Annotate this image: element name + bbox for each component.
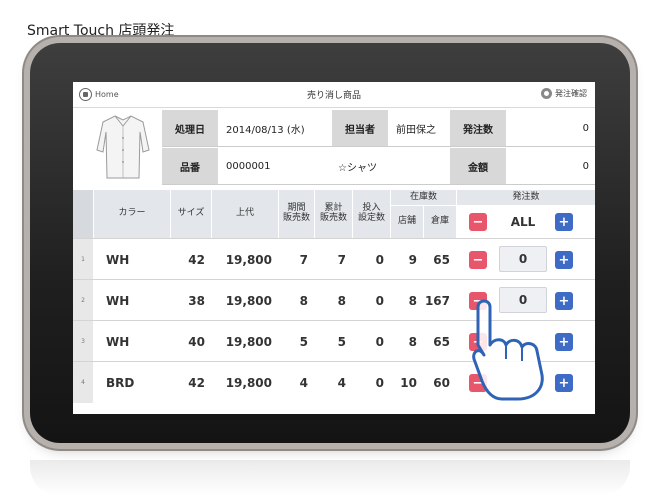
staff-label: 担当者	[332, 110, 388, 146]
confirm-icon	[541, 88, 552, 99]
processing-date-label: 処理日	[162, 110, 218, 146]
staff-name: 前田保之	[390, 110, 448, 146]
color-cell: WH	[106, 293, 130, 308]
qty-field[interactable]: 0	[499, 246, 547, 272]
warehouse-stock-cell: 65	[433, 252, 450, 267]
warehouse-stock-cell: 167	[424, 293, 450, 308]
price-cell: 19,800	[225, 252, 272, 267]
period-sales-header: 期間 販売数	[279, 190, 314, 238]
all-label: ALL	[510, 215, 536, 229]
page-caption: Smart Touch 店頭発注	[27, 23, 175, 39]
color-cell: WH	[106, 252, 130, 267]
price-header: 上代	[212, 190, 278, 238]
color-header: カラー	[94, 190, 170, 238]
input-setting-header: 投入 設定数	[353, 190, 390, 238]
warehouse-stock-cell: 65	[433, 334, 450, 349]
index-header	[73, 190, 93, 238]
tablet-screen: Home 売り消し商品 発注確認 処理日 2014/08/13 (水) 担当者 …	[73, 82, 595, 414]
info-divider	[162, 184, 595, 185]
cumulative-sales-cell: 7	[337, 252, 346, 267]
period-sales-cell: 7	[299, 252, 308, 267]
top-bar: Home 売り消し商品 発注確認	[73, 82, 595, 108]
size-cell: 42	[188, 252, 205, 267]
order-qty-value: 0	[508, 110, 595, 146]
cumulative-sales-cell: 5	[337, 334, 346, 349]
qty-plus-button[interactable]: +	[555, 374, 573, 392]
row-index: 2	[73, 280, 93, 321]
color-cell: BRD	[106, 375, 135, 390]
cumulative-sales-cell: 4	[337, 375, 346, 390]
order-confirm-label: 発注確認	[555, 89, 587, 98]
table-row: 1 WH 42 19,800 7 7 0 9 65−0 +	[73, 238, 595, 280]
input-setting-cell: 0	[375, 293, 384, 308]
amount-value: 0	[508, 148, 595, 184]
store-stock-header: 店舗	[391, 206, 423, 238]
row-index: 4	[73, 362, 93, 403]
color-cell: WH	[106, 334, 130, 349]
all-minus-button[interactable]: −	[469, 213, 487, 231]
tablet-reflection	[30, 460, 630, 496]
info-divider	[162, 146, 595, 147]
qty-plus-button[interactable]: +	[555, 333, 573, 351]
warehouse-stock-header: 倉庫	[424, 206, 456, 238]
order-confirm-button[interactable]: 発注確認	[541, 88, 587, 99]
screen-title: 売り消し商品	[306, 91, 361, 101]
item-no-value: 0000001	[220, 148, 330, 184]
shirt-product-image	[96, 115, 150, 179]
price-cell: 19,800	[225, 375, 272, 390]
cumulative-sales-cell: 8	[337, 293, 346, 308]
input-setting-cell: 0	[375, 334, 384, 349]
item-name: ☆シャツ	[332, 148, 448, 184]
price-cell: 19,800	[225, 334, 272, 349]
row-index: 1	[73, 239, 93, 280]
item-no-label: 品番	[162, 148, 218, 184]
store-stock-cell: 8	[408, 334, 417, 349]
cumulative-sales-header: 累計 販売数	[315, 190, 352, 238]
size-header: サイズ	[171, 190, 211, 238]
store-stock-cell: 8	[408, 293, 417, 308]
amount-label: 金額	[450, 148, 506, 184]
size-cell: 40	[188, 334, 205, 349]
qty-plus-button[interactable]: +	[555, 251, 573, 269]
store-stock-cell: 10	[400, 375, 417, 390]
size-cell: 38	[188, 293, 205, 308]
warehouse-stock-cell: 60	[433, 375, 450, 390]
order-qty-label: 発注数	[450, 110, 506, 146]
order-qty-header: 発注数	[457, 190, 595, 205]
all-plus-button[interactable]: +	[555, 213, 573, 231]
period-sales-cell: 5	[299, 334, 308, 349]
stock-header: 在庫数	[391, 190, 456, 205]
store-stock-cell: 9	[408, 252, 417, 267]
price-cell: 19,800	[225, 293, 272, 308]
period-sales-cell: 4	[299, 375, 308, 390]
qty-minus-button[interactable]: −	[469, 251, 487, 269]
processing-date-value: 2014/08/13 (水)	[220, 110, 330, 146]
input-setting-cell: 0	[375, 252, 384, 267]
size-cell: 42	[188, 375, 205, 390]
qty-plus-button[interactable]: +	[555, 292, 573, 310]
hand-pointer-icon	[472, 299, 544, 401]
row-index: 3	[73, 321, 93, 362]
period-sales-cell: 8	[299, 293, 308, 308]
input-setting-cell: 0	[375, 375, 384, 390]
